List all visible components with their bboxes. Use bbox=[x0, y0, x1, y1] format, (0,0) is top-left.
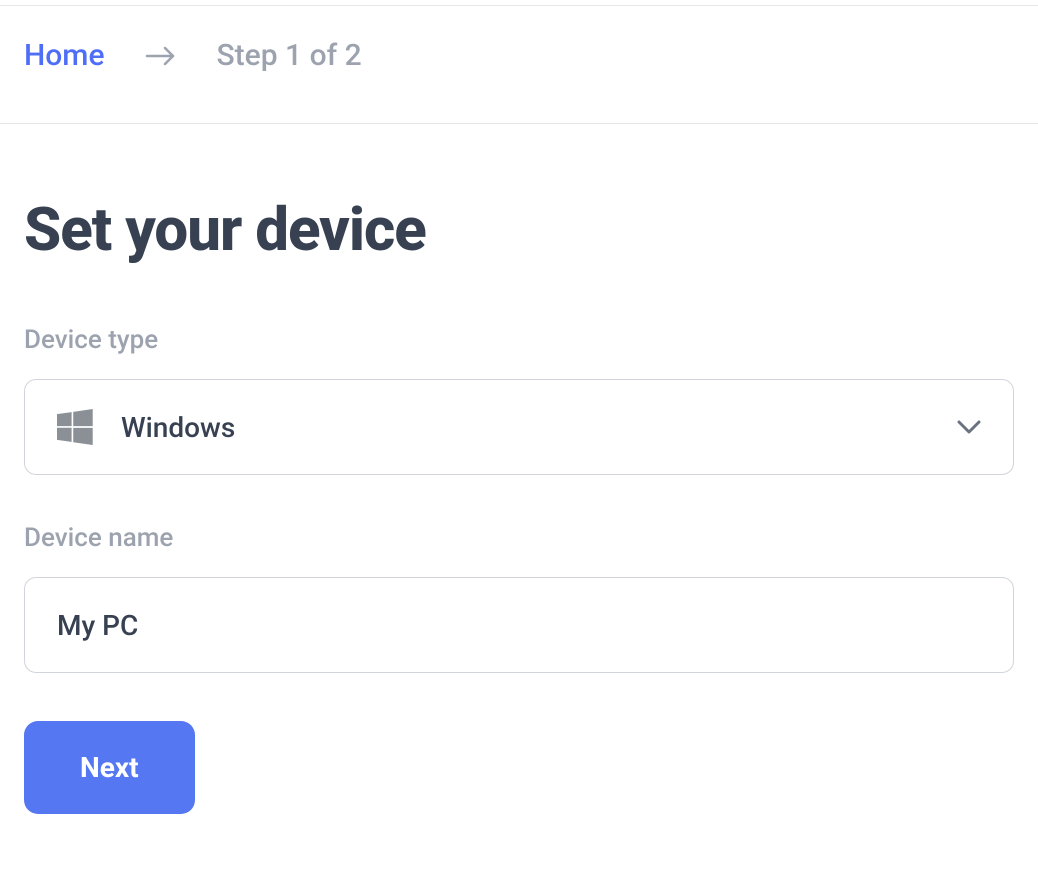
device-type-label: Device type bbox=[24, 325, 1014, 355]
device-type-value: Windows bbox=[121, 411, 957, 444]
arrow-right-icon bbox=[145, 46, 177, 66]
device-type-field-group: Device type Windows bbox=[24, 325, 1014, 475]
device-name-input[interactable] bbox=[24, 577, 1014, 673]
windows-icon bbox=[57, 409, 93, 445]
device-type-select[interactable]: Windows bbox=[24, 379, 1014, 475]
chevron-down-icon bbox=[957, 420, 981, 434]
breadcrumb-home-link[interactable]: Home bbox=[24, 38, 105, 73]
main-content: Set your device Device type Windows Devi… bbox=[0, 124, 1038, 838]
device-name-field-group: Device name bbox=[24, 523, 1014, 673]
next-button[interactable]: Next bbox=[24, 721, 195, 814]
page-title: Set your device bbox=[24, 194, 1014, 265]
breadcrumb: Home Step 1 of 2 bbox=[0, 6, 1038, 124]
device-name-label: Device name bbox=[24, 523, 1014, 553]
breadcrumb-step-label: Step 1 of 2 bbox=[217, 38, 362, 73]
